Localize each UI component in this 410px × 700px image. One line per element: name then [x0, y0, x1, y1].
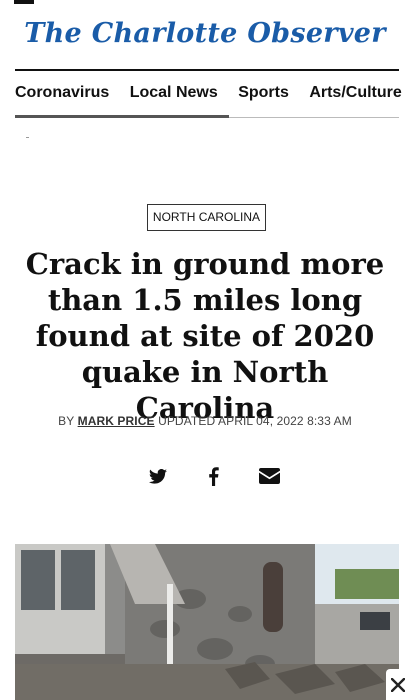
close-icon: [391, 677, 405, 692]
section-badge[interactable]: NORTH CAROLINA: [147, 204, 266, 231]
author-link[interactable]: MARK PRICE: [78, 414, 155, 428]
updated-timestamp: UPDATED APRIL 04, 2022 8:33 AM: [158, 414, 352, 428]
nav-scroll-indicator: [15, 115, 229, 118]
earthquake-damage-photo: [15, 544, 399, 700]
ad-placeholder-mark: [26, 137, 29, 138]
article-headline: Crack in ground more than 1.5 miles long…: [25, 247, 385, 425]
byline: BY MARK PRICE UPDATED APRIL 04, 2022 8:3…: [0, 414, 410, 428]
nav-item-coronavirus[interactable]: Coronavirus: [15, 71, 109, 115]
hamburger-menu-icon[interactable]: [14, 0, 34, 4]
masthead-logo[interactable]: The Charlotte Observer: [24, 18, 386, 49]
share-facebook-button[interactable]: [200, 463, 226, 489]
nav-item-arts-culture[interactable]: Arts/Culture: [309, 71, 401, 115]
byline-prefix: BY: [58, 414, 75, 428]
masthead[interactable]: The Charlotte Observer: [0, 18, 410, 49]
share-email-button[interactable]: [256, 463, 282, 489]
section-nav: Coronavirus Local News Sports Arts/Cultu…: [15, 71, 410, 117]
hero-image[interactable]: [15, 544, 399, 700]
nav-item-local-news[interactable]: Local News: [130, 71, 218, 115]
share-twitter-button[interactable]: [145, 463, 171, 489]
twitter-icon: [149, 468, 167, 484]
close-ad-button[interactable]: [386, 669, 410, 700]
envelope-icon: [258, 468, 280, 484]
facebook-icon: [208, 466, 219, 486]
nav-item-sports[interactable]: Sports: [238, 71, 289, 115]
